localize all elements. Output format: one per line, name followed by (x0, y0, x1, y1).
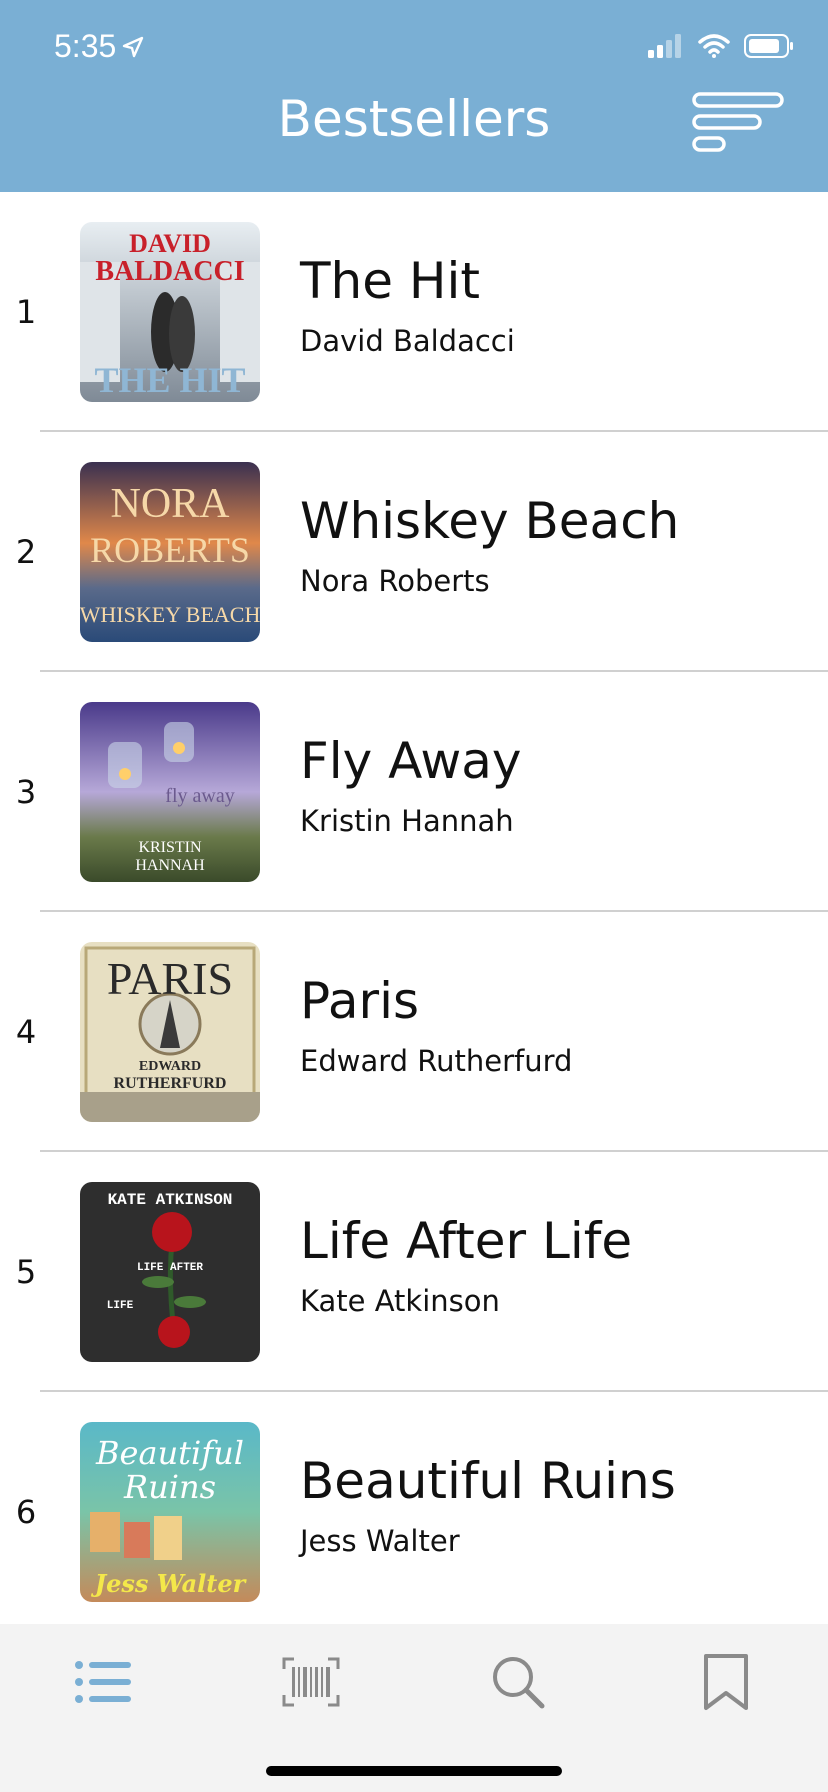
svg-text:BALDACCI: BALDACCI (95, 256, 244, 287)
svg-text:DAVID: DAVID (129, 229, 211, 258)
book-author: Nora Roberts (300, 564, 490, 598)
book-title: Fly Away (300, 732, 522, 790)
svg-text:Jess Walter: Jess Walter (91, 1569, 248, 1598)
tab-list[interactable] (63, 1642, 143, 1722)
book-author: David Baldacci (300, 324, 515, 358)
battery-icon (744, 34, 793, 58)
book-title: Whiskey Beach (300, 492, 680, 550)
status-time: 5:35 (54, 28, 144, 65)
svg-text:THE HIT: THE HIT (94, 360, 245, 400)
tab-search[interactable] (478, 1642, 558, 1722)
rank-number: 4 (15, 1013, 37, 1051)
book-author: Kristin Hannah (300, 804, 514, 838)
status-time-text: 5:35 (54, 28, 117, 64)
svg-text:KRISTIN: KRISTIN (138, 839, 202, 856)
rank-number: 1 (15, 293, 37, 331)
svg-text:Beautiful: Beautiful (95, 1434, 244, 1472)
book-cover: NORA ROBERTS WHISKEY BEACH (80, 462, 260, 642)
book-cover: KATE ATKINSON LIFE AFTER LIFE (80, 1182, 260, 1362)
tab-scan[interactable] (271, 1642, 351, 1722)
svg-text:LIFE: LIFE (107, 1300, 134, 1312)
list-item[interactable]: 2 NORA ROBERTS WHISKEY BEACH Whiskey Bea… (0, 432, 828, 672)
svg-text:fly away: fly away (165, 785, 234, 807)
svg-text:LIFE AFTER: LIFE AFTER (137, 1262, 203, 1274)
book-cover: DAVID BALDACCI THE HIT (80, 222, 260, 402)
list-item[interactable]: 4 PARIS EDWARD RUTHERFURD Paris Edward R… (0, 912, 828, 1152)
book-cover: Beautiful Ruins Jess Walter (80, 1422, 260, 1602)
book-title: Life After Life (300, 1212, 633, 1270)
rank-number: 3 (15, 773, 37, 811)
list-item[interactable]: 6 Beautiful Ruins Jess Walter Beautiful … (0, 1392, 828, 1624)
header-bar: 5:35 Bestsellers (0, 0, 828, 192)
svg-text:KATE ATKINSON: KATE ATKINSON (108, 1191, 233, 1209)
list-item[interactable]: 1 DAVID BALDACCI THE HIT The Hit David B… (0, 192, 828, 432)
sort-button[interactable] (692, 92, 784, 154)
location-arrow-icon (123, 36, 144, 57)
rank-number: 2 (15, 533, 37, 571)
svg-text:ROBERTS: ROBERTS (90, 530, 250, 570)
home-indicator (266, 1766, 562, 1776)
list-item[interactable]: 3 fly away KRISTIN HANNAH Fly Away Krist… (0, 672, 828, 912)
bestseller-list: 1 DAVID BALDACCI THE HIT The Hit David B… (0, 192, 828, 1624)
tab-bookmarks[interactable] (686, 1642, 766, 1722)
book-author: Kate Atkinson (300, 1284, 500, 1318)
svg-text:EDWARD: EDWARD (139, 1059, 201, 1074)
book-title: The Hit (300, 252, 480, 310)
rank-number: 5 (15, 1253, 37, 1291)
svg-text:RUTHERFURD: RUTHERFURD (114, 1075, 227, 1092)
svg-text:NORA: NORA (110, 481, 230, 527)
rank-number: 6 (15, 1493, 37, 1531)
svg-text:Ruins: Ruins (123, 1468, 216, 1506)
book-cover: PARIS EDWARD RUTHERFURD (80, 942, 260, 1122)
book-title: Beautiful Ruins (300, 1452, 676, 1510)
svg-text:HANNAH: HANNAH (135, 857, 205, 874)
svg-text:WHISKEY BEACH: WHISKEY BEACH (80, 602, 260, 627)
sort-lines-icon (692, 92, 784, 152)
cellular-signal-icon (648, 34, 681, 58)
svg-text:PARIS: PARIS (107, 953, 233, 1004)
status-indicators (648, 34, 794, 58)
search-icon (493, 1657, 545, 1709)
bookmark-icon (704, 1654, 748, 1710)
wifi-icon (698, 34, 730, 58)
book-author: Jess Walter (300, 1524, 460, 1558)
book-author: Edward Rutherfurd (300, 1044, 573, 1078)
list-icon (75, 1661, 131, 1703)
book-title: Paris (300, 972, 420, 1030)
barcode-icon (282, 1657, 340, 1707)
book-cover: fly away KRISTIN HANNAH (80, 702, 260, 882)
list-item[interactable]: 5 KATE ATKINSON LIFE AFTER LIFE Life Aft… (0, 1152, 828, 1392)
